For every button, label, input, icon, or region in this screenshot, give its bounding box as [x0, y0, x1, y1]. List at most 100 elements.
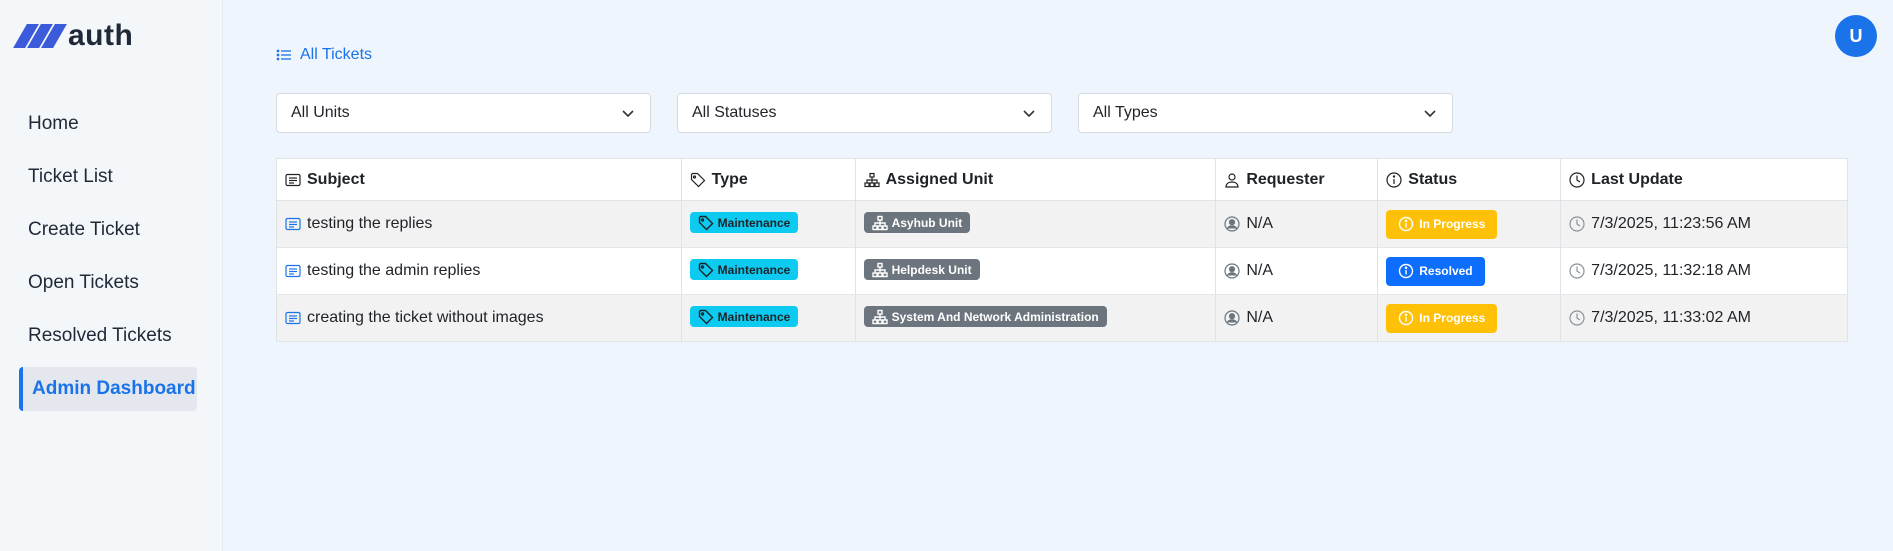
unit-badge: Asyhub Unit	[863, 212, 971, 234]
sidebar-item-resolved-tickets[interactable]: Resolved Tickets	[19, 314, 197, 358]
column-header-type[interactable]: Type	[681, 158, 856, 201]
cell-subject[interactable]: testing the admin replies	[276, 247, 682, 295]
column-header-subject-label: Subject	[307, 170, 365, 188]
column-header-last-update[interactable]: Last Update	[1560, 158, 1848, 201]
last-update-text: 7/3/2025, 11:33:02 AM	[1591, 309, 1751, 326]
tag-icon	[698, 309, 714, 325]
type-badge: Maintenance	[689, 306, 799, 328]
column-header-requester[interactable]: Requester	[1215, 158, 1379, 201]
person-icon	[1224, 172, 1240, 188]
person-circle-icon	[1224, 263, 1240, 279]
user-avatar[interactable]: U	[1835, 15, 1877, 57]
sidebar-nav: Home Ticket List Create Ticket Open Tick…	[19, 102, 197, 420]
card-text-icon	[285, 263, 301, 279]
clock-icon	[1569, 263, 1585, 279]
filter-bar: All Units All Statuses All Types	[276, 93, 1453, 133]
sidebar-item-create-ticket[interactable]: Create Ticket	[19, 208, 197, 252]
cell-requester: N/A	[1215, 294, 1379, 342]
clock-icon	[1569, 216, 1585, 232]
units-filter-select[interactable]: All Units	[276, 93, 651, 133]
tag-icon	[690, 172, 706, 188]
diagram-icon	[871, 262, 888, 278]
types-filter-value: All Types	[1093, 104, 1158, 121]
diagram-icon	[871, 215, 888, 231]
cell-status: In Progress	[1377, 200, 1562, 248]
column-header-status-label: Status	[1408, 170, 1458, 188]
type-badge-label: Maintenance	[717, 215, 791, 230]
breadcrumb[interactable]: All Tickets	[276, 46, 372, 64]
cell-type: Maintenance	[681, 247, 856, 295]
tag-icon	[698, 262, 714, 278]
column-header-assigned-unit[interactable]: Assigned Unit	[855, 158, 1217, 201]
status-badge: In Progress	[1386, 303, 1498, 333]
column-header-assigned-unit-label: Assigned Unit	[885, 170, 994, 188]
last-update-text: 7/3/2025, 11:32:18 AM	[1591, 262, 1751, 279]
cell-subject[interactable]: creating the ticket without images	[276, 294, 682, 342]
card-text-icon	[285, 172, 301, 188]
chevron-down-icon	[620, 105, 636, 121]
statuses-filter-select[interactable]: All Statuses	[677, 93, 1052, 133]
status-badge-label: In Progress	[1419, 311, 1486, 325]
status-badge-label: In Progress	[1419, 217, 1486, 231]
sidebar-item-admin-dashboard[interactable]: Admin Dashboard	[19, 367, 197, 411]
cell-status: Resolved	[1377, 247, 1562, 295]
unit-badge-label: Asyhub Unit	[891, 215, 963, 230]
cell-last-update: 7/3/2025, 11:32:18 AM	[1560, 247, 1848, 295]
sidebar: auth Home Ticket List Create Ticket Open…	[0, 0, 223, 551]
table-row[interactable]: testing the admin replies Maintenance He…	[276, 247, 1848, 295]
card-text-icon	[285, 310, 301, 326]
sidebar-item-home[interactable]: Home	[19, 102, 197, 146]
cell-type: Maintenance	[681, 294, 856, 342]
table-row[interactable]: creating the ticket without images Maint…	[276, 294, 1848, 342]
cell-assigned-unit: Helpdesk Unit	[855, 247, 1217, 295]
info-icon	[1398, 216, 1414, 232]
cell-requester: N/A	[1215, 200, 1379, 248]
subject-text: testing the replies	[307, 215, 433, 232]
info-icon	[1386, 171, 1402, 188]
card-text-icon	[285, 216, 301, 232]
column-header-type-label: Type	[711, 170, 748, 188]
requester-text: N/A	[1246, 309, 1273, 326]
cell-subject[interactable]: testing the replies	[276, 200, 682, 248]
status-badge: Resolved	[1386, 256, 1485, 286]
subject-text: testing the admin replies	[307, 262, 481, 279]
cell-type: Maintenance	[681, 200, 856, 248]
logo[interactable]: auth	[13, 18, 134, 54]
subject-text: creating the ticket without images	[307, 309, 544, 326]
tickets-table: Subject Type Assigned Unit Requester Sta…	[276, 158, 1848, 342]
column-header-requester-label: Requester	[1246, 170, 1325, 188]
info-icon	[1398, 263, 1414, 279]
clock-icon	[1569, 171, 1585, 188]
logo-text: auth	[68, 19, 134, 52]
list-icon	[276, 47, 292, 63]
column-header-subject[interactable]: Subject	[276, 158, 682, 201]
cell-last-update: 7/3/2025, 11:23:56 AM	[1560, 200, 1848, 248]
cell-last-update: 7/3/2025, 11:33:02 AM	[1560, 294, 1848, 342]
logo-mark-icon	[13, 24, 67, 48]
chevron-down-icon	[1021, 105, 1037, 121]
column-header-status[interactable]: Status	[1377, 158, 1562, 201]
sidebar-item-open-tickets[interactable]: Open Tickets	[19, 261, 197, 305]
sidebar-item-ticket-list[interactable]: Ticket List	[19, 155, 197, 199]
type-badge: Maintenance	[689, 259, 799, 281]
cell-status: In Progress	[1377, 294, 1562, 342]
clock-icon	[1569, 310, 1585, 326]
requester-text: N/A	[1246, 215, 1273, 232]
status-badge: In Progress	[1386, 209, 1498, 239]
types-filter-select[interactable]: All Types	[1078, 93, 1453, 133]
person-circle-icon	[1224, 216, 1240, 232]
breadcrumb-label: All Tickets	[300, 46, 373, 63]
tag-icon	[698, 215, 714, 231]
column-header-last-update-label: Last Update	[1591, 170, 1683, 188]
cell-assigned-unit: System And Network Administration	[855, 294, 1217, 342]
type-badge-label: Maintenance	[717, 262, 791, 277]
requester-text: N/A	[1246, 262, 1273, 279]
info-icon	[1398, 310, 1414, 326]
table-row[interactable]: testing the replies Maintenance Asyhub U…	[276, 200, 1848, 248]
status-badge-label: Resolved	[1419, 264, 1473, 278]
statuses-filter-value: All Statuses	[692, 104, 777, 121]
last-update-text: 7/3/2025, 11:23:56 AM	[1591, 215, 1751, 232]
chevron-down-icon	[1422, 105, 1438, 121]
unit-badge: System And Network Administration	[863, 306, 1107, 328]
unit-badge-label: Helpdesk Unit	[891, 262, 972, 277]
